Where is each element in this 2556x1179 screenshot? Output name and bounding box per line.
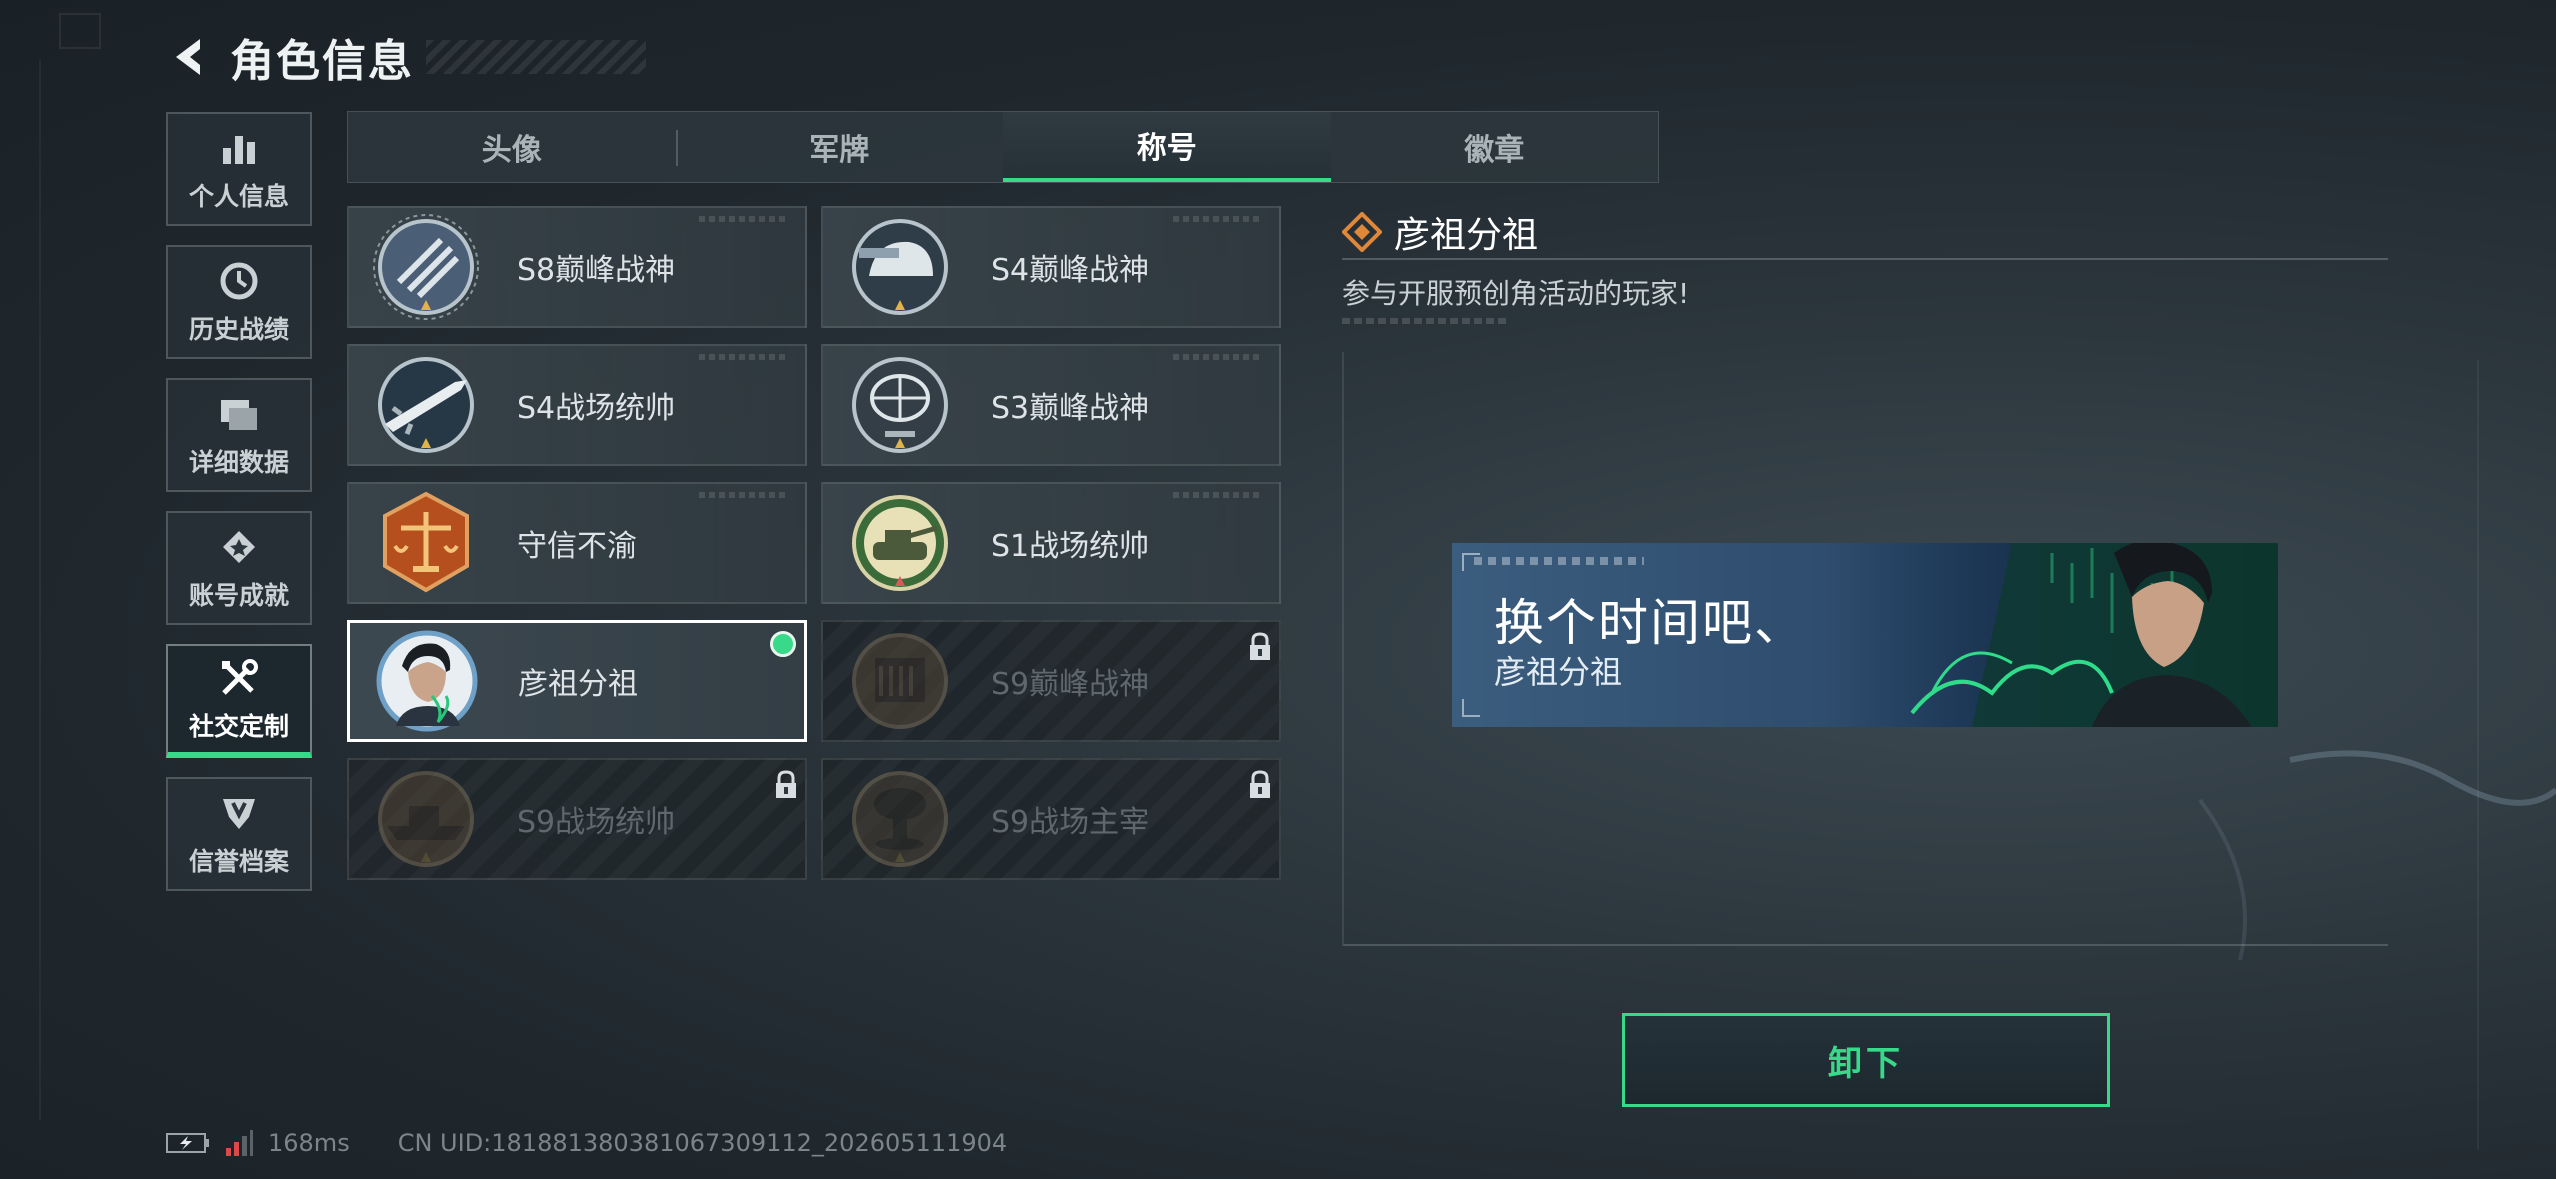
sidebar-item-label: 社交定制 (188, 712, 289, 741)
ping-value: 168ms (268, 1129, 350, 1157)
status-bar: 168ms CN UID:181881380381067309112_20260… (166, 1128, 1007, 1158)
equipped-indicator-icon (770, 631, 796, 657)
globe-emblem-icon (852, 357, 948, 453)
title-name: S4战场统帅 (517, 391, 676, 426)
title-card-locked[interactable]: S9战场主宰 (821, 758, 1281, 880)
title-name: S9战场统帅 (517, 805, 676, 840)
divider (1342, 258, 2388, 260)
diamond-icon (1342, 212, 1382, 252)
title-card[interactable]: S3巅峰战神 (821, 344, 1281, 466)
sidebar: 个人信息 历史战绩 详细数据 账号成就 社交定制 信誉档案 (166, 112, 316, 910)
lock-icon (1250, 632, 1270, 660)
uid-text: CN UID:181881380381067309112_20260511190… (397, 1129, 1008, 1157)
bar-chart-icon (216, 125, 262, 171)
title-name: S9巅峰战神 (991, 667, 1150, 702)
sidebar-item-history[interactable]: 历史战绩 (166, 245, 312, 359)
title-name: S1战场统帅 (991, 529, 1150, 564)
battery-icon (166, 1133, 209, 1153)
title-decoration (426, 40, 646, 74)
sidebar-item-reputation[interactable]: 信誉档案 (166, 777, 312, 891)
title-name: 彦祖分祖 (518, 667, 638, 702)
page-header: 角色信息 (160, 22, 646, 92)
card-decoration (1173, 216, 1263, 222)
title-card[interactable]: 守信不渝 (347, 482, 807, 604)
unequip-button[interactable]: 卸下 (1622, 1013, 2110, 1107)
tab-avatar[interactable]: 头像 (348, 112, 676, 182)
detail-header: 彦祖分祖 (1342, 206, 1538, 258)
sidebar-item-social-custom[interactable]: 社交定制 (166, 644, 312, 758)
back-button[interactable] (160, 27, 220, 87)
sidebar-item-details[interactable]: 详细数据 (166, 378, 312, 492)
tank-emblem-icon (852, 495, 948, 591)
scales-emblem-icon (383, 491, 469, 593)
unequip-label: 卸下 (1828, 1043, 1904, 1084)
lock-icon (1250, 770, 1270, 798)
tab-title[interactable]: 称号 (1003, 112, 1331, 182)
detail-decoration (1342, 318, 1508, 324)
detail-description: 参与开服预创角活动的玩家! (1342, 277, 1690, 310)
title-card-locked[interactable]: S9巅峰战神 (821, 620, 1281, 742)
tab-bar: 头像 军牌 称号 徽章 (347, 111, 1659, 183)
sidebar-item-label: 个人信息 (188, 182, 289, 211)
title-name: S9战场主宰 (991, 805, 1150, 840)
banner-sub-text: 彦祖分祖 (1494, 653, 1623, 691)
title-card[interactable]: S1战场统帅 (821, 482, 1281, 604)
helmet-emblem-icon (852, 219, 948, 315)
card-decoration (699, 354, 789, 360)
card-decoration (1173, 492, 1263, 498)
title-card[interactable]: S8巅峰战神 (347, 206, 807, 328)
card-decoration (699, 492, 789, 498)
title-card-selected[interactable]: 彦祖分祖 (347, 620, 807, 742)
banner-main-text: 换个时间吧、 (1494, 594, 1806, 652)
portrait-emblem-icon (376, 630, 478, 732)
title-name: S4巅峰战神 (991, 253, 1150, 288)
back-arrow-icon (176, 39, 200, 75)
sidebar-item-label: 历史战绩 (188, 315, 289, 344)
building-emblem-icon (852, 633, 948, 729)
sidebar-item-achievements[interactable]: 账号成就 (166, 511, 312, 625)
title-banner-preview: 换个时间吧、 彦祖分祖 (1452, 543, 2278, 727)
title-grid: S8巅峰战神 S4巅峰战神 S4战场统帅 S3巅峰战神 守信不渝 S1战场统帅 … (347, 206, 1281, 880)
detail-title: 彦祖分祖 (1394, 215, 1539, 256)
shield-icon (216, 790, 262, 836)
title-card-locked[interactable]: S9战场统帅 (347, 758, 807, 880)
wings-emblem-icon (373, 214, 479, 320)
mushroom-cloud-emblem-icon (852, 771, 948, 867)
title-name: S3巅峰战神 (991, 391, 1150, 426)
clock-icon (216, 258, 262, 304)
tools-icon (216, 655, 262, 701)
tab-dog-tag[interactable]: 军牌 (675, 112, 1004, 182)
card-decoration (1173, 354, 1263, 360)
sidebar-item-label: 信誉档案 (188, 847, 289, 876)
page-title: 角色信息 (230, 36, 414, 87)
folder-icon (216, 391, 262, 437)
sidebar-item-personal-info[interactable]: 个人信息 (166, 112, 312, 226)
missile-emblem-icon (378, 357, 474, 453)
signal-icon (226, 1130, 253, 1156)
title-card[interactable]: S4巅峰战神 (821, 206, 1281, 328)
sidebar-item-label: 详细数据 (188, 448, 289, 477)
card-decoration (699, 216, 789, 222)
title-card[interactable]: S4战场统帅 (347, 344, 807, 466)
lock-icon (776, 770, 796, 798)
achievement-icon (216, 524, 262, 570)
title-name: 守信不渝 (517, 529, 637, 564)
warship-emblem-icon (378, 771, 474, 867)
title-name: S8巅峰战神 (517, 253, 676, 288)
tab-badge[interactable]: 徽章 (1331, 112, 1659, 182)
sidebar-item-label: 账号成就 (188, 581, 289, 610)
